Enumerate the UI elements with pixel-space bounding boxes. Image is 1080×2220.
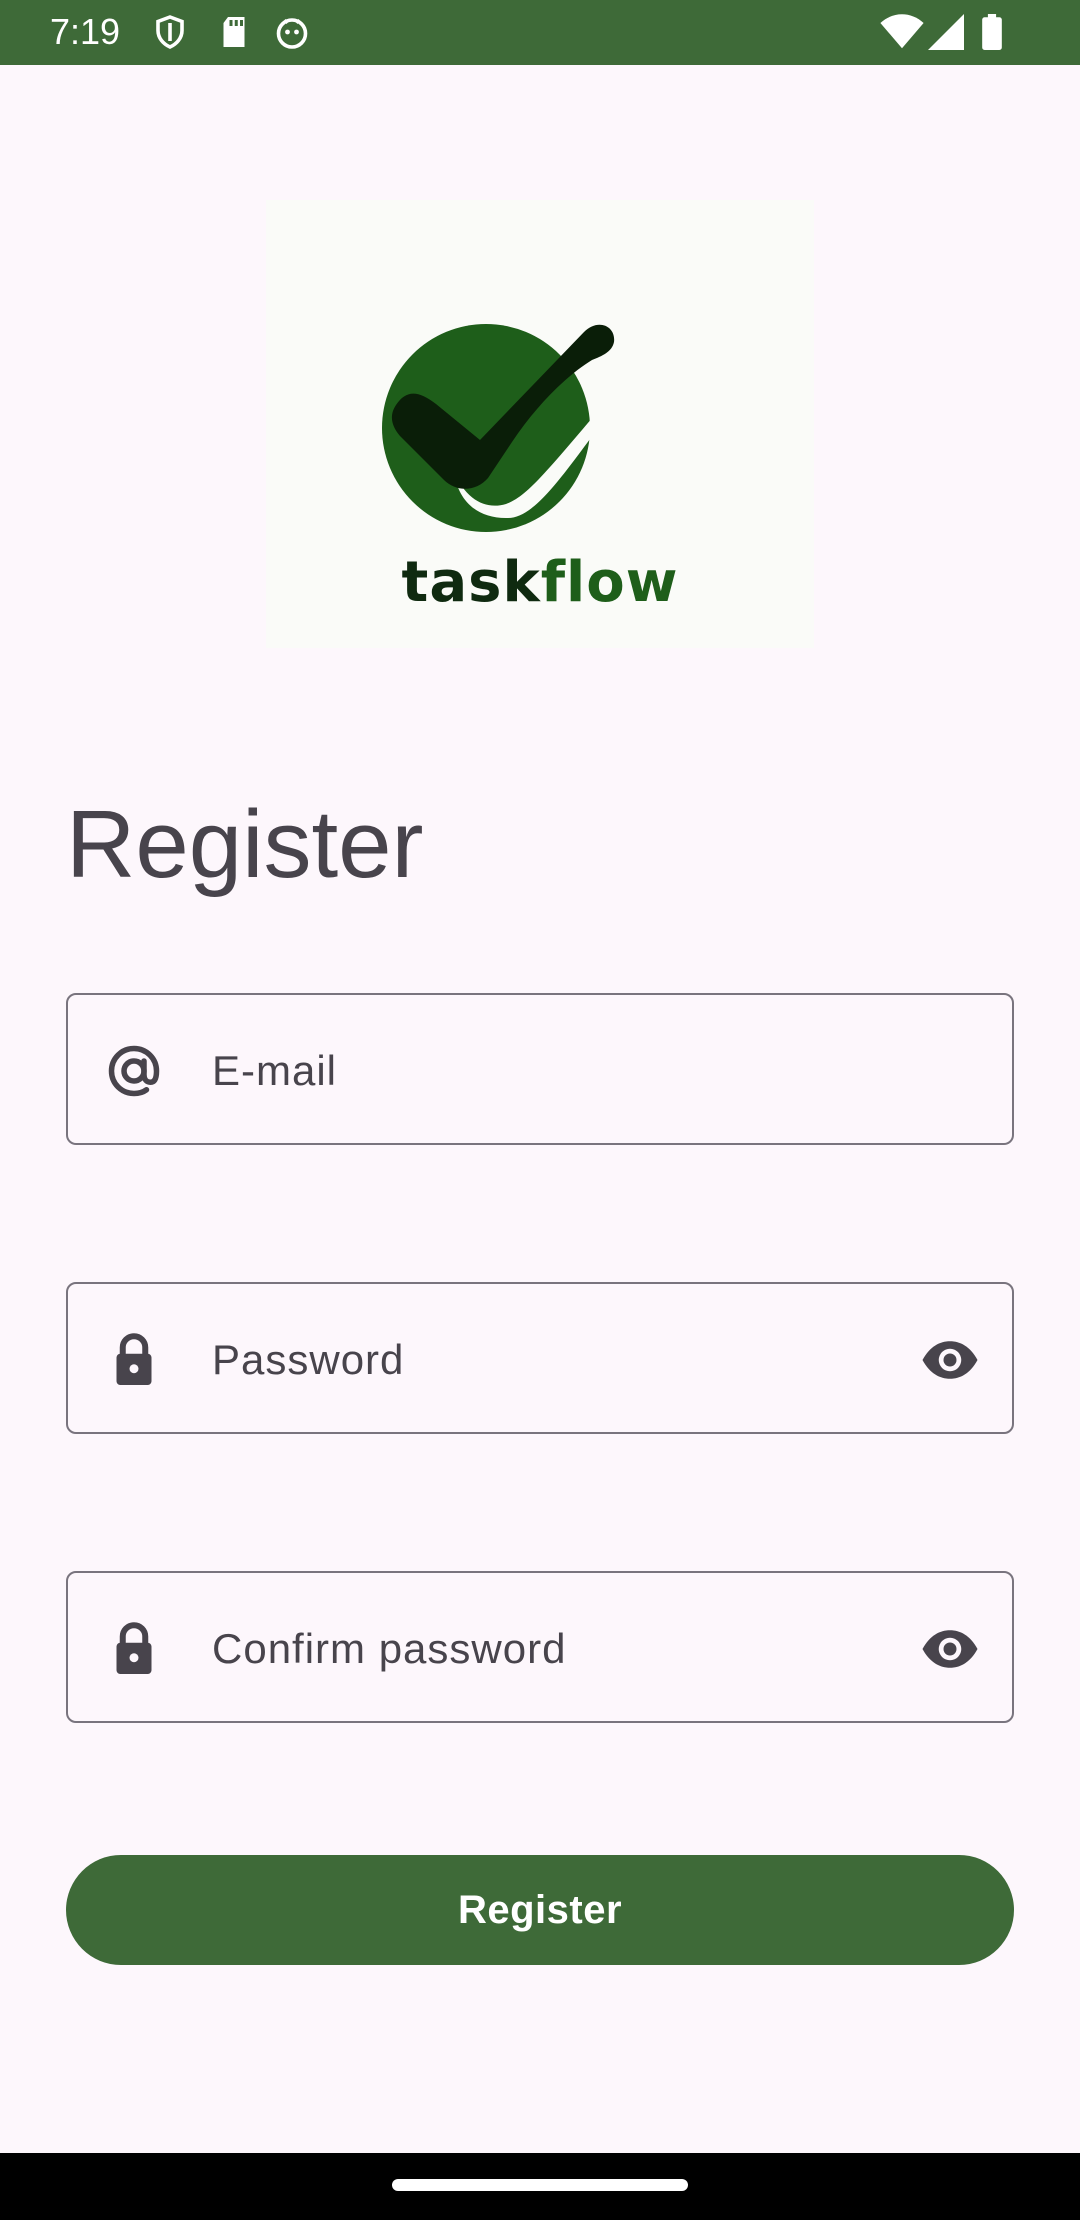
shield-icon [156,15,184,49]
register-screen: 7:19 taskflow Register E-mail Password C… [0,0,1080,2220]
cell-signal-icon [928,14,964,50]
wifi-icon [880,14,924,49]
logo-word-flow: flow [540,550,679,615]
lock-icon [116,1622,152,1674]
email-placeholder: E-mail [212,1047,338,1094]
register-button[interactable]: Register [66,1855,1014,1965]
status-time: 7:19 [50,11,121,52]
eye-icon[interactable] [918,1619,982,1679]
eye-icon[interactable] [918,1330,982,1390]
password-placeholder: Password [212,1336,405,1383]
status-bar: 7:19 [0,0,1080,65]
battery-icon [982,14,1002,50]
confirm-password-field[interactable]: Confirm password [66,1571,1014,1723]
lock-icon [116,1333,152,1385]
sd-card-icon [223,17,245,47]
logo-wordmark: taskflow [266,550,814,615]
android-debug-icon [276,18,308,49]
taskflow-logo: taskflow [266,200,814,648]
page-title: Register [66,791,424,898]
navigation-bar [0,2153,1080,2220]
password-field[interactable]: Password [66,1282,1014,1434]
logo-word-task: task [401,550,541,615]
at-icon [108,1045,160,1097]
email-field[interactable]: E-mail [66,993,1014,1145]
confirm-password-placeholder: Confirm password [212,1625,567,1672]
home-gesture-handle[interactable] [392,2179,688,2191]
